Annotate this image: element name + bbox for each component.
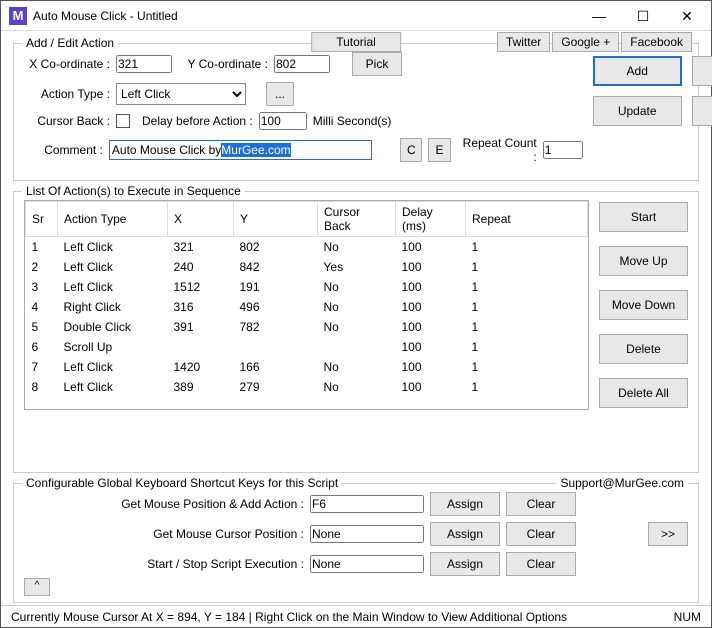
shortcut3-input[interactable] <box>310 555 424 573</box>
twitter-button[interactable]: Twitter <box>497 32 550 52</box>
clear1-button[interactable]: Clear <box>506 492 576 516</box>
delete-all-button[interactable]: Delete All <box>599 378 688 408</box>
delay-input[interactable] <box>259 112 307 130</box>
table-row[interactable]: 1Left Click321802No1001 <box>26 237 588 257</box>
assign1-button[interactable]: Assign <box>430 492 500 516</box>
repeat-input[interactable] <box>543 141 583 159</box>
table-row[interactable]: 3Left Click1512191No1001 <box>26 277 588 297</box>
table-row[interactable]: 4Right Click316496No1001 <box>26 297 588 317</box>
table-row[interactable]: 6Scroll Up1001 <box>26 337 588 357</box>
col-type[interactable]: Action Type <box>58 202 168 237</box>
col-delay[interactable]: Delay (ms) <box>396 202 466 237</box>
statusbar: Currently Mouse Cursor At X = 894, Y = 1… <box>1 605 711 627</box>
shortcuts-legend: Configurable Global Keyboard Shortcut Ke… <box>22 476 342 490</box>
y-label: Y Co-ordinate : <box>178 57 268 71</box>
ellipsis-button[interactable]: ... <box>266 82 294 106</box>
shortcut2-label: Get Mouse Cursor Position : <box>24 527 304 541</box>
comment-label: Comment : <box>24 143 103 157</box>
col-sr[interactable]: Sr <box>26 202 58 237</box>
add-button[interactable]: Add <box>593 56 682 86</box>
update-button[interactable]: Update <box>593 96 682 126</box>
add-edit-legend: Add / Edit Action <box>22 36 118 50</box>
main-window: M Auto Mouse Click - Untitled — ☐ ✕ Add … <box>0 0 712 628</box>
num-indicator: NUM <box>674 610 701 624</box>
move-up-button[interactable]: Move Up <box>599 246 688 276</box>
table-row[interactable]: 7Left Click1420166No1001 <box>26 357 588 377</box>
move-down-button[interactable]: Move Down <box>599 290 688 320</box>
start-button[interactable]: Start <box>599 202 688 232</box>
list-group: List Of Action(s) to Execute in Sequence… <box>13 191 699 473</box>
table-row[interactable]: 8Left Click389279No1001 <box>26 377 588 397</box>
clear3-button[interactable]: Clear <box>506 552 576 576</box>
titlebar[interactable]: M Auto Mouse Click - Untitled — ☐ ✕ <box>1 1 711 31</box>
google-button[interactable]: Google + <box>552 32 619 52</box>
action-type-select[interactable]: Left Click <box>116 83 246 105</box>
table-row[interactable]: 5Double Click391782No1001 <box>26 317 588 337</box>
list-legend: List Of Action(s) to Execute in Sequence <box>22 184 245 198</box>
table-row[interactable]: 2Left Click240842Yes1001 <box>26 257 588 277</box>
shortcut1-label: Get Mouse Position & Add Action : <box>24 497 304 511</box>
save-button[interactable]: Save <box>692 96 712 126</box>
delay-label: Delay before Action : <box>142 114 253 128</box>
expand-button[interactable]: ^ <box>24 578 50 596</box>
shortcuts-group: Configurable Global Keyboard Shortcut Ke… <box>13 483 699 603</box>
clear2-button[interactable]: Clear <box>506 522 576 546</box>
delay-unit: Milli Second(s) <box>313 114 392 128</box>
app-icon: M <box>9 7 27 25</box>
close-button[interactable]: ✕ <box>665 2 709 30</box>
comment-input[interactable]: Auto Mouse Click by MurGee.com <box>109 140 372 160</box>
y-input[interactable] <box>274 55 330 73</box>
action-type-label: Action Type : <box>24 87 110 101</box>
assign3-button[interactable]: Assign <box>430 552 500 576</box>
cursor-back-checkbox[interactable] <box>116 114 130 128</box>
col-y[interactable]: Y <box>234 202 318 237</box>
delete-button[interactable]: Delete <box>599 334 688 364</box>
x-input[interactable] <box>116 55 172 73</box>
actions-table[interactable]: Sr Action Type X Y Cursor Back Delay (ms… <box>24 200 589 410</box>
repeat-label: Repeat Count : <box>463 136 537 164</box>
col-x[interactable]: X <box>168 202 234 237</box>
status-text: Currently Mouse Cursor At X = 894, Y = 1… <box>11 610 567 624</box>
col-cb[interactable]: Cursor Back <box>318 202 396 237</box>
window-title: Auto Mouse Click - Untitled <box>33 9 577 23</box>
shortcut1-input[interactable] <box>310 495 424 513</box>
col-repeat[interactable]: Repeat <box>466 202 588 237</box>
shortcut2-input[interactable] <box>310 525 424 543</box>
shortcut3-label: Start / Stop Script Execution : <box>24 557 304 571</box>
pick-button[interactable]: Pick <box>352 52 402 76</box>
minimize-button[interactable]: — <box>577 2 621 30</box>
c-button[interactable]: C <box>400 138 422 162</box>
x-label: X Co-ordinate : <box>24 57 110 71</box>
facebook-button[interactable]: Facebook <box>621 32 692 52</box>
more-button[interactable]: >> <box>648 522 688 546</box>
add-edit-group: Add / Edit Action Tutorial Twitter Googl… <box>13 43 699 181</box>
load-button[interactable]: Load <box>692 56 712 86</box>
assign2-button[interactable]: Assign <box>430 522 500 546</box>
maximize-button[interactable]: ☐ <box>621 2 665 30</box>
tutorial-button[interactable]: Tutorial <box>311 32 401 52</box>
support-link[interactable]: Support@MurGee.com <box>556 476 688 490</box>
cursor-back-label: Cursor Back : <box>24 114 110 128</box>
e-button[interactable]: E <box>428 138 450 162</box>
